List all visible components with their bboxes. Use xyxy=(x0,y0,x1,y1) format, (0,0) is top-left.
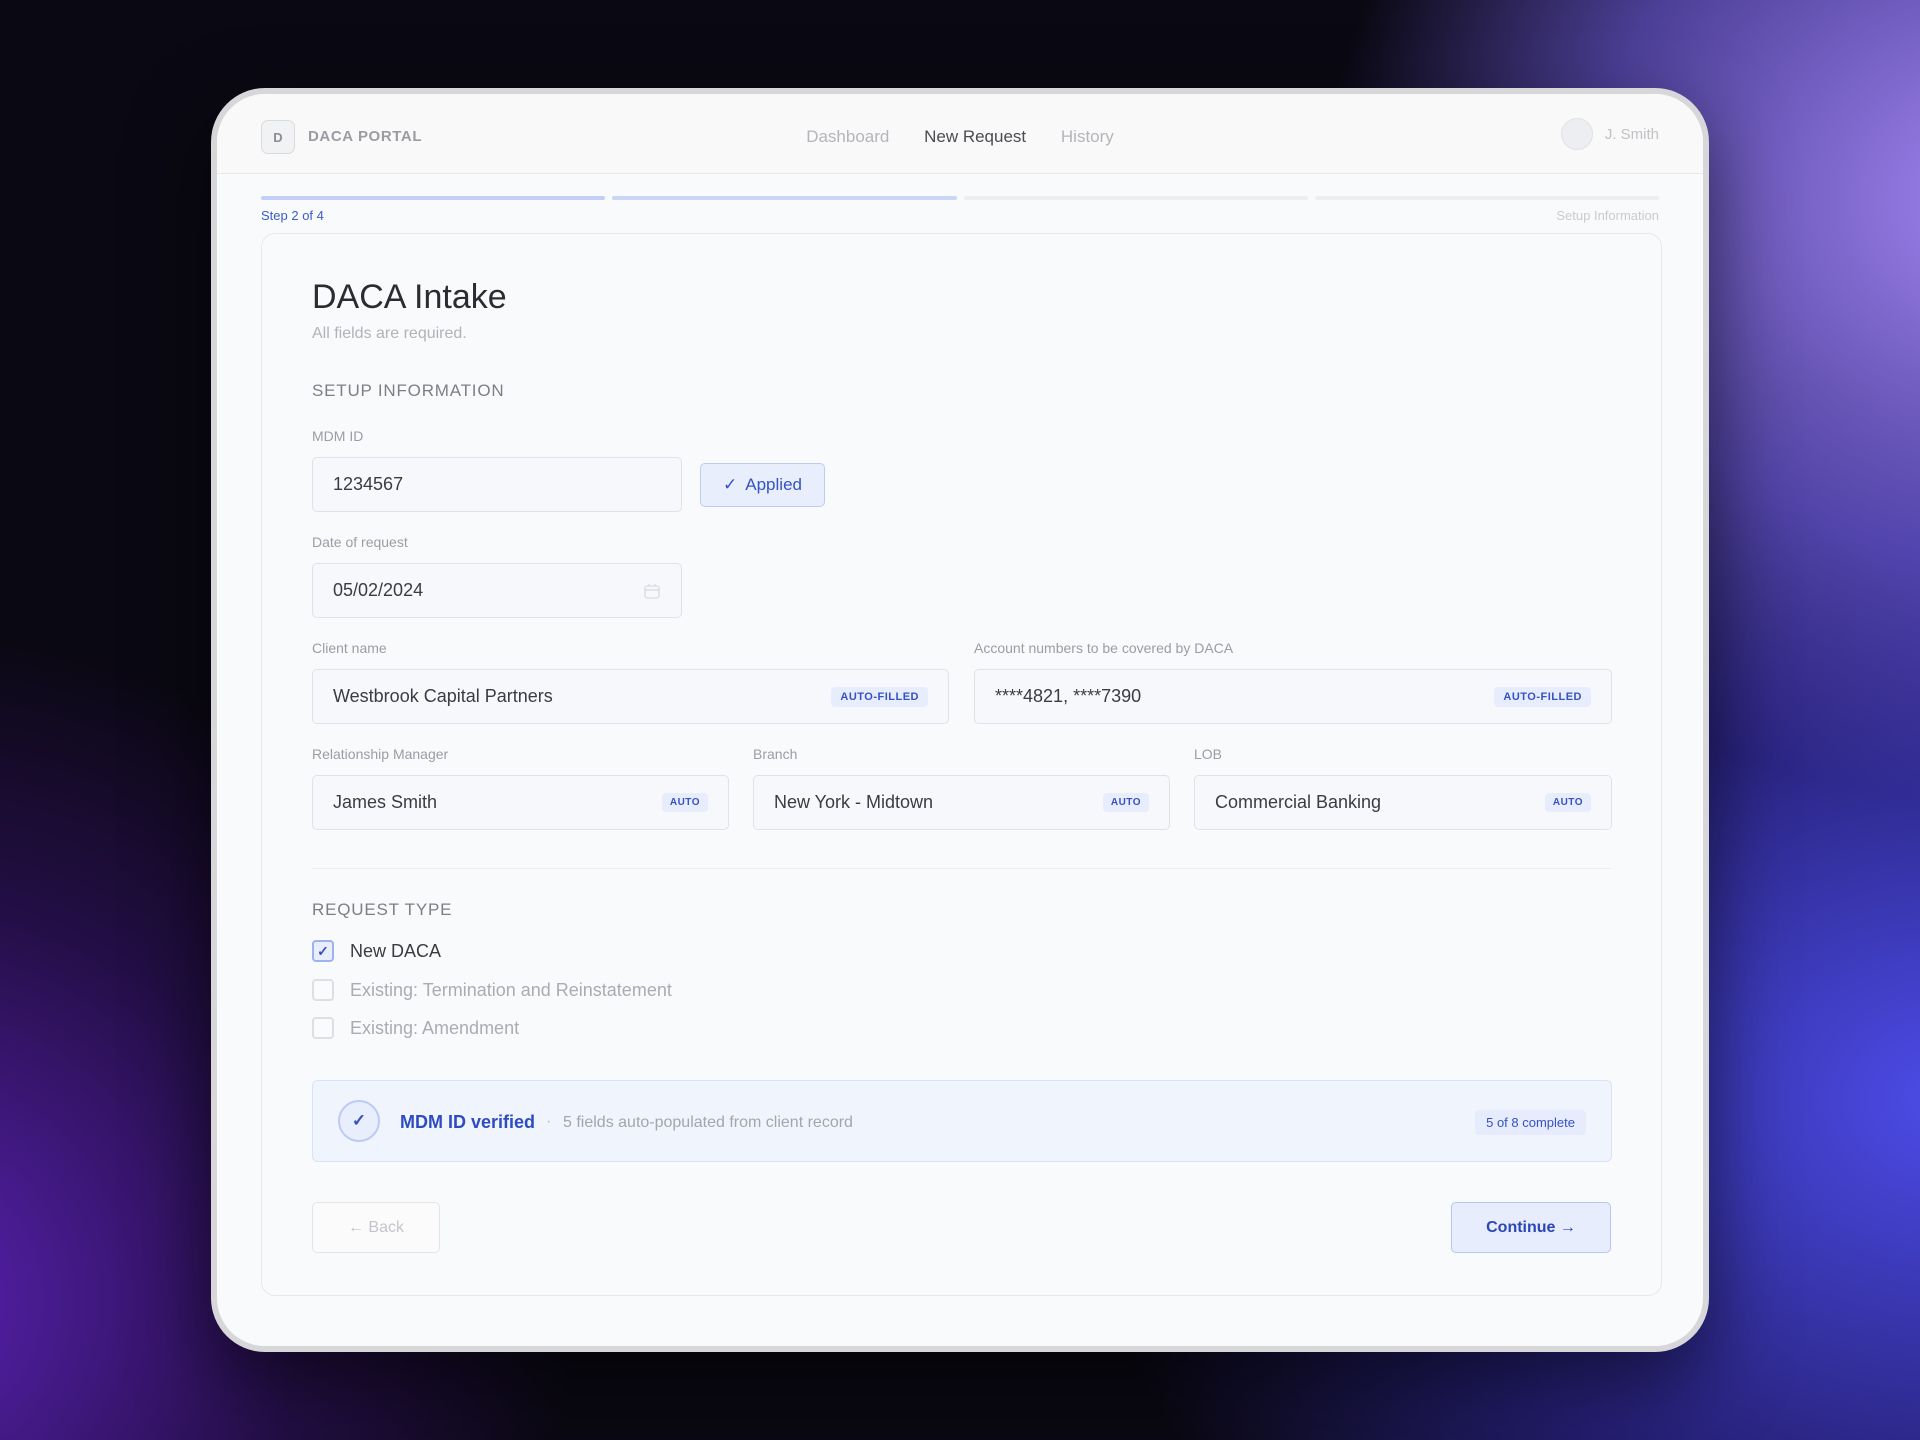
client-name-input[interactable]: Westbrook Capital Partners AUTO-FILLED xyxy=(312,669,949,724)
branch-value: New York - Midtown xyxy=(774,792,934,812)
verification-title: MDM ID verified xyxy=(400,1112,536,1132)
lob-value: Commercial Banking xyxy=(1215,792,1382,812)
top-bar: D DACA PORTAL Dashboard New Request Hist… xyxy=(217,94,1703,174)
step-segment-4 xyxy=(1314,196,1659,200)
calendar-icon[interactable] xyxy=(643,582,661,600)
date-label: Date of request xyxy=(312,534,408,550)
checkbox-icon[interactable] xyxy=(312,979,334,1001)
intake-card: DACA Intake All fields are required. SET… xyxy=(261,233,1662,1296)
app-screen: D DACA PORTAL Dashboard New Request Hist… xyxy=(217,94,1703,1346)
avatar xyxy=(1560,118,1593,150)
accounts-input[interactable]: ****4821, ****7390 AUTO-FILLED xyxy=(974,669,1612,724)
back-button[interactable]: ← Back xyxy=(312,1202,440,1253)
rm-input[interactable]: James Smith AUTO xyxy=(312,775,729,830)
auto-badge: AUTO xyxy=(661,793,708,812)
lob-label: LOB xyxy=(1194,746,1223,762)
mdm-id-value: 1234567 xyxy=(333,474,404,494)
step-progress xyxy=(261,196,1659,200)
checkbox-checked-icon[interactable]: ✓ xyxy=(312,940,334,962)
setup-heading: SETUP INFORMATION xyxy=(312,381,505,400)
auto-filled-badge: AUTO-FILLED xyxy=(1494,686,1591,707)
section-divider xyxy=(312,868,1611,869)
check-icon: ✓ xyxy=(723,475,738,494)
applied-label: Applied xyxy=(745,475,802,494)
branch-input[interactable]: New York - Midtown AUTO xyxy=(753,775,1170,830)
auto-filled-badge: AUTO-FILLED xyxy=(831,686,928,707)
mdm-id-label: MDM ID xyxy=(312,428,364,444)
continue-button[interactable]: Continue → xyxy=(1451,1202,1611,1253)
completion-badge: 5 of 8 complete xyxy=(1475,1110,1586,1135)
lob-input[interactable]: Commercial Banking AUTO xyxy=(1194,775,1612,830)
client-name-value: Westbrook Capital Partners xyxy=(333,686,553,706)
option-label: New DACA xyxy=(350,940,442,961)
option-termination-reinstatement[interactable]: Existing: Termination and Reinstatement xyxy=(312,979,672,1001)
option-amendment[interactable]: Existing: Amendment xyxy=(312,1017,519,1039)
nav-new-request[interactable]: New Request xyxy=(924,127,1026,147)
rm-label: Relationship Manager xyxy=(312,746,449,762)
main-nav: Dashboard New Request History xyxy=(217,127,1703,147)
option-label: Existing: Termination and Reinstatement xyxy=(350,979,672,1000)
date-value: 05/02/2024 xyxy=(333,580,424,600)
page-title: DACA Intake xyxy=(312,278,507,316)
option-label: Existing: Amendment xyxy=(350,1017,520,1038)
verification-separator: · xyxy=(546,1113,552,1130)
page-subtitle: All fields are required. xyxy=(312,325,467,342)
auto-badge: AUTO xyxy=(1102,793,1149,812)
option-new-daca[interactable]: ✓ New DACA xyxy=(312,940,441,962)
branch-label: Branch xyxy=(753,746,798,762)
step-label: Step 2 of 4 xyxy=(261,208,324,223)
accounts-value: ****4821, ****7390 xyxy=(995,686,1142,706)
user-name: J. Smith xyxy=(1604,125,1659,143)
nav-history[interactable]: History xyxy=(1061,127,1114,147)
auto-badge: AUTO xyxy=(1544,793,1591,812)
client-name-label: Client name xyxy=(312,640,387,656)
rm-value: James Smith xyxy=(333,792,438,812)
mdm-id-input[interactable]: 1234567 xyxy=(312,457,682,512)
step-segment-1 xyxy=(261,196,606,200)
verified-check-icon: ✓ xyxy=(338,1100,380,1142)
user-menu[interactable]: J. Smith xyxy=(1560,118,1659,150)
checkbox-icon[interactable] xyxy=(312,1017,334,1039)
step-segment-2 xyxy=(612,196,957,200)
verification-description: 5 fields auto-populated from client reco… xyxy=(563,1114,853,1131)
nav-dashboard[interactable]: Dashboard xyxy=(806,127,889,147)
applied-button[interactable]: ✓ Applied xyxy=(700,463,825,507)
step-section-name: Setup Information xyxy=(1556,208,1659,223)
accounts-label: Account numbers to be covered by DACA xyxy=(974,640,1234,656)
verification-banner: ✓ MDM ID verified · 5 fields auto-popula… xyxy=(312,1080,1612,1162)
step-segment-3 xyxy=(963,196,1308,200)
device-frame: D DACA PORTAL Dashboard New Request Hist… xyxy=(211,88,1709,1352)
date-input[interactable]: 05/02/2024 xyxy=(312,563,682,618)
request-type-heading: REQUEST TYPE xyxy=(312,900,453,919)
